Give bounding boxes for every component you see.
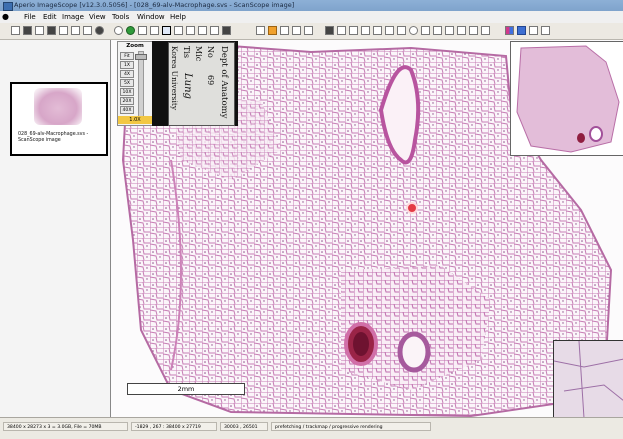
overview-image	[516, 45, 620, 153]
dropdown-icon[interactable]	[529, 26, 538, 35]
grid-tool-icon[interactable]	[445, 26, 454, 35]
menu-edit[interactable]: Edit	[43, 13, 57, 21]
view-mode-icon[interactable]	[174, 26, 183, 35]
hash-tool-icon[interactable]	[433, 26, 442, 35]
app-icon	[3, 2, 13, 11]
pin-icon[interactable]	[361, 26, 370, 35]
zoom-panel: Zoom Fit 1X 4X 5X 10X 20X 40X 1.0X	[117, 41, 153, 126]
status-image-size: 38400 x 28273 x 3 = 3.0GB, File = 70MB	[3, 422, 128, 431]
menu-file[interactable]: File	[24, 13, 36, 21]
grid-icon[interactable]	[138, 26, 147, 35]
label-no-value: 69	[206, 75, 215, 86]
status-position: 30003 , 26501	[220, 422, 268, 431]
hand-tool-icon[interactable]	[268, 26, 277, 35]
zoom-40x-button[interactable]: 40X	[120, 106, 134, 114]
save-icon[interactable]	[23, 26, 32, 35]
slide-thumbnail-label: 028_69-alv-Macrophage.svs - ScanScope im…	[18, 132, 89, 143]
label-tis: Tis	[182, 46, 191, 58]
layers-icon[interactable]	[280, 26, 289, 35]
menu-help[interactable]: Help	[170, 13, 186, 21]
menu-view[interactable]: View	[89, 13, 106, 21]
status-bar: 38400 x 28273 x 3 = 3.0GB, File = 70MB -…	[0, 417, 623, 439]
rectangle-tool-icon[interactable]	[397, 26, 406, 35]
stop-icon[interactable]	[114, 26, 123, 35]
zoom-4x-button[interactable]: 4X	[120, 70, 134, 78]
zoom-title: Zoom	[126, 43, 144, 49]
menu-tools[interactable]: Tools	[112, 13, 129, 21]
copy-icon[interactable]	[47, 26, 56, 35]
select-tool-icon[interactable]	[162, 26, 171, 35]
polygon-tool-icon[interactable]	[457, 26, 466, 35]
slide-thumbnail-image	[34, 88, 82, 125]
detail-image	[553, 340, 623, 419]
print-icon[interactable]	[35, 26, 44, 35]
arrow-tool-icon[interactable]	[421, 26, 430, 35]
export-icon[interactable]	[59, 26, 68, 35]
slide-label: Dept of Anatomy No 69 Mic Tis Lung Korea…	[168, 42, 235, 126]
menu-bar: ● File Edit Image View Tools Window Help	[0, 11, 623, 23]
zoom-10x-button[interactable]: 10X	[120, 88, 134, 96]
settings-icon[interactable]	[83, 26, 92, 35]
zoom-20x-button[interactable]: 20X	[120, 97, 134, 105]
slide-thumbnail-card[interactable]: 028_69-alv-Macrophage.svs - ScanScope im…	[10, 82, 108, 156]
menu-image[interactable]: Image	[62, 13, 84, 21]
overview-map[interactable]	[510, 41, 623, 156]
doc-menu-icon[interactable]: ●	[2, 12, 9, 21]
info-icon[interactable]	[95, 26, 104, 35]
status-rendering: prefetching / trackmap / progressive ren…	[271, 422, 431, 431]
annotation-icon[interactable]	[349, 26, 358, 35]
image-adjust-icon[interactable]	[325, 26, 334, 35]
undo-icon[interactable]	[292, 26, 301, 35]
label-university: Korea University	[170, 46, 179, 111]
zoom-current-value: 1.0X	[118, 116, 152, 124]
detail-inset[interactable]	[553, 340, 623, 419]
label-no: No	[206, 46, 215, 58]
scale-bar: 2mm	[127, 383, 245, 395]
window-icon[interactable]	[481, 26, 490, 35]
open-icon[interactable]	[11, 26, 20, 35]
analysis-icon[interactable]	[517, 26, 526, 35]
window-title: Aperio ImageScope [v12.3.0.5056] - [028_…	[14, 1, 295, 9]
label-mic: Mic	[194, 46, 203, 62]
ellipse-tool-icon[interactable]	[409, 26, 418, 35]
panel-icon[interactable]	[541, 26, 550, 35]
title-bar: Aperio ImageScope [v12.3.0.5056] - [028_…	[0, 0, 623, 11]
thumbnail-view-icon[interactable]	[198, 26, 207, 35]
label-view-icon[interactable]	[186, 26, 195, 35]
snapshot-icon[interactable]	[337, 26, 346, 35]
zoom-fit-button[interactable]: Fit	[120, 52, 134, 60]
properties-icon[interactable]	[71, 26, 80, 35]
magnifier-icon[interactable]	[210, 26, 219, 35]
status-coordinates: -1829 , 267 : 38400 x 27719	[131, 422, 217, 431]
label-tis-value: Lung	[182, 73, 193, 99]
color-icon[interactable]	[505, 26, 514, 35]
refresh-icon[interactable]	[126, 26, 135, 35]
pen-icon[interactable]	[256, 26, 265, 35]
label-dept: Dept of Anatomy	[219, 46, 229, 119]
zoom-slider-handle[interactable]	[135, 54, 147, 60]
compare-icon[interactable]	[469, 26, 478, 35]
zoom-5x-button[interactable]: 5X	[120, 79, 134, 87]
zoom-fit-icon[interactable]	[150, 26, 159, 35]
scale-bar-label: 2mm	[177, 385, 195, 393]
ruler-icon[interactable]	[373, 26, 382, 35]
zoom-slider-track[interactable]	[138, 51, 144, 117]
thumbnail-sidebar: 028_69-alv-Macrophage.svs - ScanScope im…	[0, 40, 111, 417]
toolbar	[0, 23, 623, 40]
overview-icon[interactable]	[222, 26, 231, 35]
menu-window[interactable]: Window	[137, 13, 165, 21]
redo-icon[interactable]	[304, 26, 313, 35]
zoom-1x-button[interactable]: 1X	[120, 61, 134, 69]
text-tool-icon[interactable]	[385, 26, 394, 35]
